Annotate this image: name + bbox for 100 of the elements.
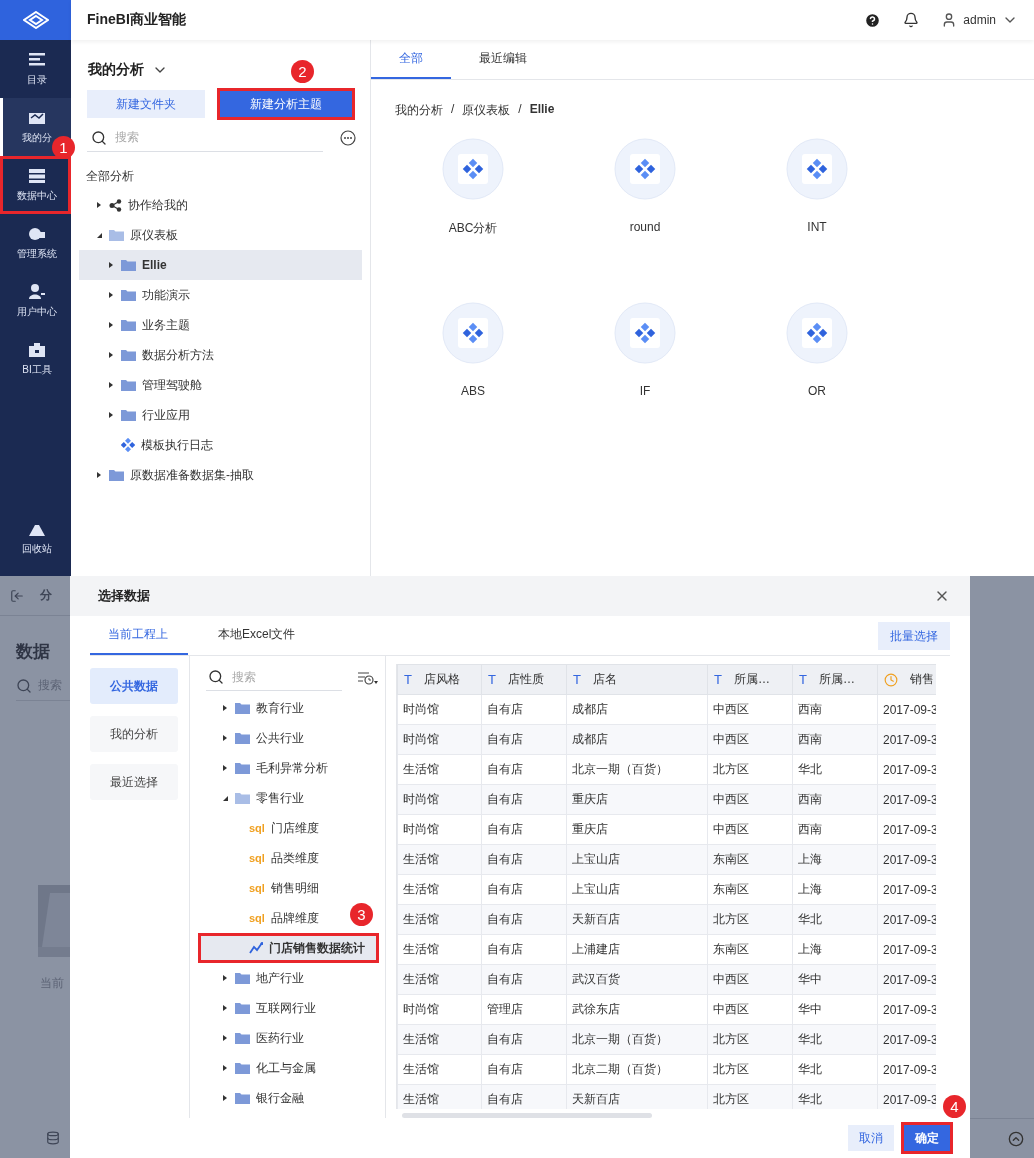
sidebar-item[interactable]: 数据中心 <box>0 156 71 214</box>
tree-item[interactable]: 地产行业 <box>198 963 304 993</box>
tree-item[interactable]: 教育行业 <box>198 693 304 723</box>
theme-icon[interactable] <box>442 302 504 364</box>
table-cell: 中西区 <box>707 694 793 725</box>
expand-arrow-icon[interactable] <box>107 291 115 299</box>
table-cell: 自有店 <box>481 814 567 845</box>
tree-item[interactable]: 化工与金属 <box>198 1053 316 1083</box>
breadcrumb-item[interactable]: 我的分析 <box>395 102 443 128</box>
breadcrumb-separator: / <box>518 102 522 118</box>
scrollbar[interactable] <box>402 1113 652 1118</box>
tree-item[interactable]: 原仪表板 <box>79 220 178 250</box>
more-icon[interactable] <box>340 130 356 146</box>
theme-icon[interactable] <box>614 302 676 364</box>
expand-arrow-icon[interactable] <box>107 261 115 269</box>
table-cell: 自有店 <box>481 754 567 785</box>
theme-label[interactable]: round <box>629 220 661 234</box>
collapse-arrow-icon[interactable] <box>95 231 103 239</box>
tree-item[interactable]: 数据分析方法 <box>79 340 214 370</box>
expand-arrow-icon[interactable] <box>107 321 115 329</box>
new-folder-button[interactable]: 新建文件夹 <box>87 90 205 118</box>
tab[interactable]: 最近编辑 <box>451 40 555 79</box>
database-icon[interactable] <box>46 1131 60 1145</box>
tree-item[interactable]: 协作给我的 <box>79 190 188 220</box>
expand-arrow-icon[interactable] <box>107 411 115 419</box>
expand-arrow-icon[interactable] <box>221 764 229 772</box>
tab[interactable]: 全部 <box>371 40 451 79</box>
tree-item[interactable]: sql 门店维度 <box>198 813 319 843</box>
expand-arrow-icon[interactable] <box>221 1004 229 1012</box>
sidebar-item[interactable]: 用户中心 <box>0 272 71 330</box>
expand-arrow-icon[interactable] <box>221 1034 229 1042</box>
theme-icon[interactable] <box>786 138 848 200</box>
theme-icon[interactable] <box>614 138 676 200</box>
tree-item[interactable]: 毛利异常分析 <box>198 753 328 783</box>
expand-arrow-icon[interactable] <box>221 1094 229 1102</box>
exit-icon[interactable] <box>10 588 24 603</box>
tree-item[interactable]: Ellie <box>79 250 362 280</box>
collapse-arrow-icon[interactable] <box>221 794 229 802</box>
breadcrumb-item[interactable]: Ellie <box>529 102 555 128</box>
column-header[interactable]: 销售 <box>877 664 936 695</box>
tree-item[interactable]: 互联网行业 <box>198 993 316 1023</box>
table-cell: 华北 <box>792 904 878 935</box>
sort-icon[interactable] <box>357 669 379 686</box>
tree-item[interactable]: 银行金融 <box>198 1083 304 1113</box>
tree-item[interactable]: 门店销售数据统计 <box>198 933 379 963</box>
tree-item[interactable]: 医药行业 <box>198 1023 304 1053</box>
sidebar-item[interactable]: 目录 <box>0 40 71 98</box>
column-header[interactable]: T 店性质 <box>481 664 567 695</box>
column-header[interactable]: T 店名 <box>566 664 708 695</box>
tree-item[interactable]: 功能演示 <box>79 280 190 310</box>
tab[interactable]: 当前工程上 <box>90 616 188 655</box>
table-cell: 时尚馆 <box>397 694 482 725</box>
tree-item[interactable]: 原数据准备数据集-抽取 <box>79 460 254 490</box>
tree-item[interactable]: sql 品牌维度 <box>198 903 319 933</box>
tree-item[interactable]: 模板执行日志 <box>79 430 213 460</box>
sidebar-item[interactable]: 管理系统 <box>0 214 71 272</box>
nav-button[interactable]: 我的分析 <box>90 716 178 752</box>
tree-item[interactable]: 管理驾驶舱 <box>79 370 202 400</box>
theme-label[interactable]: ABC分析 <box>448 220 498 237</box>
theme-label[interactable]: INT <box>807 220 827 234</box>
cancel-button[interactable]: 取消 <box>848 1125 894 1151</box>
expand-arrow-icon[interactable] <box>107 381 115 389</box>
chevron-up-icon[interactable] <box>1008 1130 1024 1147</box>
logo[interactable] <box>0 0 71 40</box>
column-header[interactable]: T 所属… <box>792 664 878 695</box>
expand-arrow-icon[interactable] <box>107 351 115 359</box>
breadcrumb-item[interactable]: 原仪表板 <box>462 102 511 128</box>
tree-item[interactable]: 行业应用 <box>79 400 190 430</box>
tree-item[interactable]: 业务主题 <box>79 310 190 340</box>
column-header[interactable]: T 所属… <box>707 664 793 695</box>
nav-button[interactable]: 公共数据 <box>90 668 178 704</box>
expand-arrow-icon[interactable] <box>221 704 229 712</box>
sidebar-item[interactable]: 回收站 <box>0 510 71 568</box>
theme-label[interactable]: IF <box>639 384 651 398</box>
confirm-button[interactable]: 确定 <box>904 1125 950 1151</box>
theme-label[interactable]: OR <box>808 384 826 398</box>
tree-root[interactable]: 全部分析 <box>86 168 362 188</box>
tree-item[interactable]: sql 品类维度 <box>198 843 319 873</box>
expand-arrow-icon[interactable] <box>221 1064 229 1072</box>
new-theme-button[interactable]: 新建分析主题 <box>219 90 353 118</box>
help-icon[interactable] <box>864 11 882 29</box>
tree-item[interactable]: sql 销售明细 <box>198 873 319 903</box>
expand-arrow-icon[interactable] <box>95 471 103 479</box>
folder-icon <box>235 1092 250 1104</box>
user-menu[interactable]: admin <box>941 12 1018 28</box>
list-icon <box>28 51 46 68</box>
nav-button[interactable]: 最近选择 <box>90 764 178 800</box>
expand-arrow-icon[interactable] <box>221 974 229 982</box>
expand-arrow-icon[interactable] <box>221 734 229 742</box>
theme-label[interactable]: ABS <box>461 384 485 398</box>
tree-item[interactable]: 零售行业 <box>198 783 304 813</box>
column-header[interactable]: T 店风格 <box>397 664 482 695</box>
bell-icon[interactable] <box>903 12 920 28</box>
sidebar-item[interactable]: BI工具 <box>0 330 71 388</box>
expand-arrow-icon[interactable] <box>95 201 103 209</box>
batch-select-button[interactable]: 批量选择 <box>878 622 950 650</box>
theme-icon[interactable] <box>442 138 504 200</box>
theme-icon[interactable] <box>786 302 848 364</box>
tab[interactable]: 本地Excel文件 <box>198 616 316 655</box>
tree-item[interactable]: 公共行业 <box>198 723 304 753</box>
